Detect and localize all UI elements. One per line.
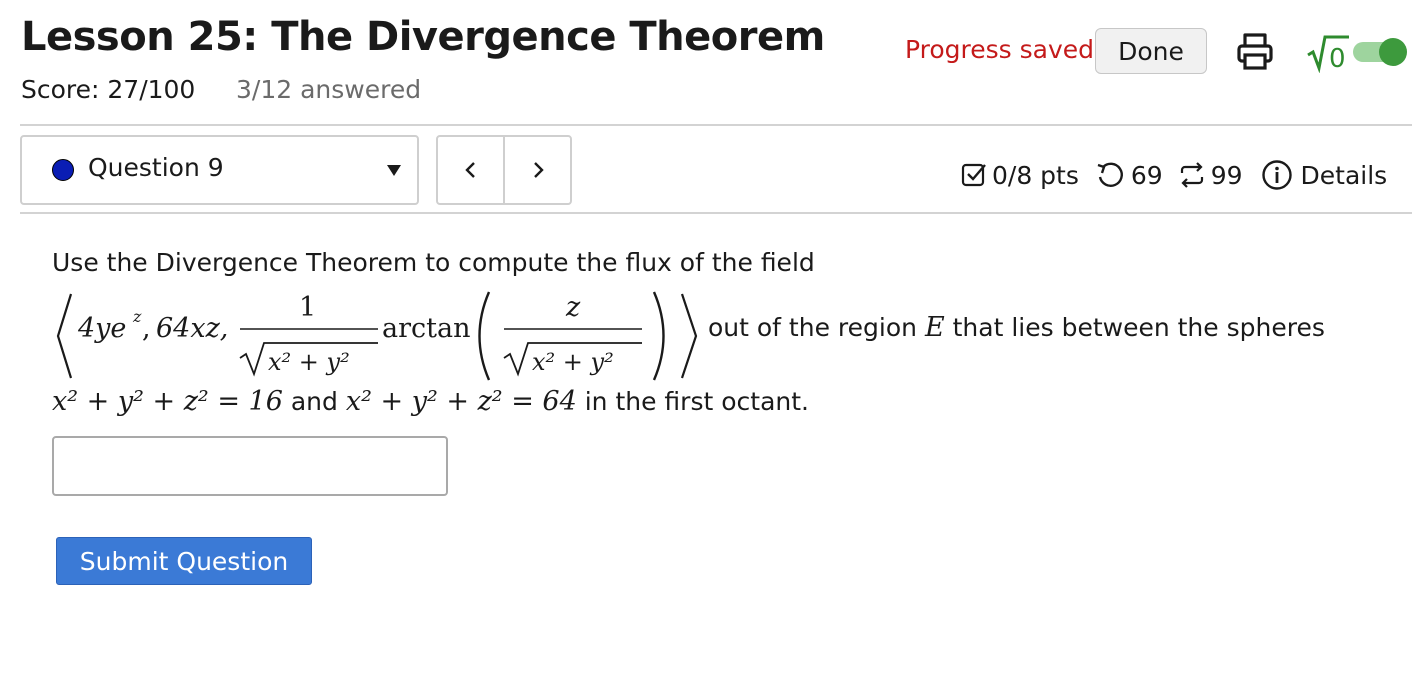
fraction-1-numerator: 1 — [299, 292, 316, 323]
divider — [20, 124, 1412, 126]
comma: , — [142, 313, 151, 344]
and-text: and — [290, 387, 338, 416]
arctan-function: arctan — [382, 313, 470, 344]
checkbox-icon — [960, 161, 988, 189]
page-title: Lesson 25: The Divergence Theorem — [21, 14, 825, 60]
score-label: Score: 27/100 — [21, 75, 196, 104]
points-label: 0/8 pts — [992, 160, 1079, 190]
question-meta: 0/8 pts 69 99 Details — [960, 156, 1387, 194]
submit-question-button[interactable]: Submit Question — [56, 537, 312, 585]
right-paren — [652, 291, 665, 381]
question-select-label: Question 9 — [88, 153, 224, 182]
toggle-switch[interactable] — [1352, 37, 1410, 67]
field-component-2: 64xz, — [156, 313, 228, 344]
region-text-prefix: out of the region — [708, 313, 917, 342]
question-text: Use the Divergence Theorem to compute th… — [52, 248, 815, 277]
printer-icon[interactable] — [1234, 30, 1276, 72]
answer-input[interactable] — [52, 436, 448, 496]
previous-question-button[interactable] — [438, 137, 503, 203]
retries-count: 69 — [1130, 160, 1163, 190]
done-button[interactable]: Done — [1095, 28, 1207, 74]
chevron-left-icon — [464, 162, 475, 178]
fraction-2-denominator: x² + y² — [532, 348, 614, 376]
divider — [20, 212, 1412, 214]
next-question-button[interactable] — [503, 137, 570, 203]
sqrt-label: 0 — [1329, 44, 1346, 73]
sphere-conditions: x² + y² + z² = 16 and x² + y² + z² = 64 … — [52, 386, 809, 417]
fraction-2-numerator: z — [565, 292, 581, 323]
chevron-right-icon — [533, 162, 544, 178]
question-nav-group — [436, 135, 572, 205]
repeat-icon — [1177, 161, 1207, 189]
left-paren — [478, 291, 491, 381]
fraction-1-denominator: x² + y² — [268, 348, 350, 376]
region-variable: E — [924, 312, 945, 343]
progress-status: Progress saved — [905, 35, 1095, 64]
retry-icon — [1095, 161, 1125, 189]
chevron-down-icon — [387, 165, 401, 176]
vector-field-formula: 4ye z , 64xz, 1 x² + y² arctan z x² + y² — [52, 286, 712, 386]
region-text-suffix: that lies between the spheres — [952, 313, 1325, 342]
left-angle-bracket — [56, 293, 73, 379]
info-icon[interactable] — [1261, 159, 1293, 191]
answered-count: 3/12 answered — [236, 75, 422, 104]
sphere-2-equation: x² + y² + z² = 64 — [345, 386, 577, 417]
attempts-count: 99 — [1210, 160, 1243, 190]
field-component-1: 4ye — [77, 313, 126, 344]
question-select[interactable]: Question 9 — [20, 135, 419, 205]
right-angle-bracket — [680, 293, 698, 379]
question-status-dot — [52, 159, 74, 181]
region-text: out of the region E that lies between th… — [708, 312, 1325, 343]
tail-text: in the first octant. — [584, 387, 809, 416]
sphere-1-equation: x² + y² + z² = 16 — [52, 386, 283, 417]
sqrt-icon[interactable]: 0 — [1305, 31, 1351, 74]
field-component-1-exponent: z — [132, 307, 142, 326]
details-link[interactable]: Details — [1301, 161, 1388, 190]
